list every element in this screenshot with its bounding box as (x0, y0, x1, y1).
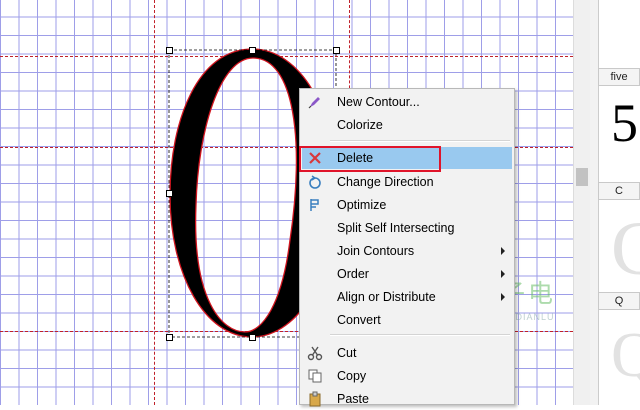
glyph-cell-label: five (598, 68, 640, 86)
menu-separator (330, 334, 510, 336)
selection-handle[interactable] (166, 47, 173, 54)
menu-item-align-or-distribute[interactable]: Align or Distribute (302, 286, 512, 308)
glyph-panel: five 5 C C Q Q (590, 0, 640, 405)
menu-item-copy[interactable]: Copy (302, 365, 512, 387)
menu-item-join-contours[interactable]: Join Contours (302, 240, 512, 262)
glyph-cell[interactable]: Q (598, 310, 640, 405)
menu-item-change-direction[interactable]: Change Direction (302, 171, 512, 193)
context-menu: New Contour... Colorize Delete Change Di… (299, 88, 515, 407)
selection-handle[interactable] (249, 334, 256, 341)
menu-item-new-contour[interactable]: New Contour... (302, 91, 512, 113)
selection-handle[interactable] (166, 190, 173, 197)
glyph-cell-label: C (598, 182, 640, 200)
menu-item-colorize[interactable]: Colorize (302, 114, 512, 136)
glyph-cell-label: Q (598, 292, 640, 310)
menu-separator (330, 140, 510, 142)
glyph-preview: 5 (611, 93, 638, 153)
menu-item-convert[interactable]: Convert (302, 309, 512, 331)
delete-emphasis-box (299, 146, 441, 172)
glyph-preview: Q (611, 318, 640, 392)
selection-handle[interactable] (249, 47, 256, 54)
submenu-arrow-icon (501, 247, 505, 255)
selection-handle[interactable] (166, 334, 173, 341)
menu-item-paste[interactable]: Paste (302, 388, 512, 410)
glyph-cell[interactable] (598, 0, 640, 68)
submenu-arrow-icon (501, 293, 505, 301)
glyph-cell[interactable]: C (598, 200, 640, 292)
scissors-icon (307, 346, 323, 361)
selection-handle[interactable] (333, 47, 340, 54)
menu-item-optimize[interactable]: Optimize (302, 194, 512, 216)
submenu-arrow-icon (501, 270, 505, 278)
copy-icon (308, 369, 322, 383)
pen-icon (308, 97, 320, 109)
menu-item-order[interactable]: Order (302, 263, 512, 285)
glyph-preview: C (611, 206, 640, 292)
scrollbar-thumb[interactable] (576, 168, 588, 186)
menu-item-split-self-intersecting[interactable]: Split Self Intersecting (302, 217, 512, 239)
optimize-icon (310, 199, 319, 211)
glyph-cell[interactable]: 5 (598, 86, 640, 182)
change-direction-icon (309, 175, 321, 189)
menu-item-cut[interactable]: Cut (302, 342, 512, 364)
